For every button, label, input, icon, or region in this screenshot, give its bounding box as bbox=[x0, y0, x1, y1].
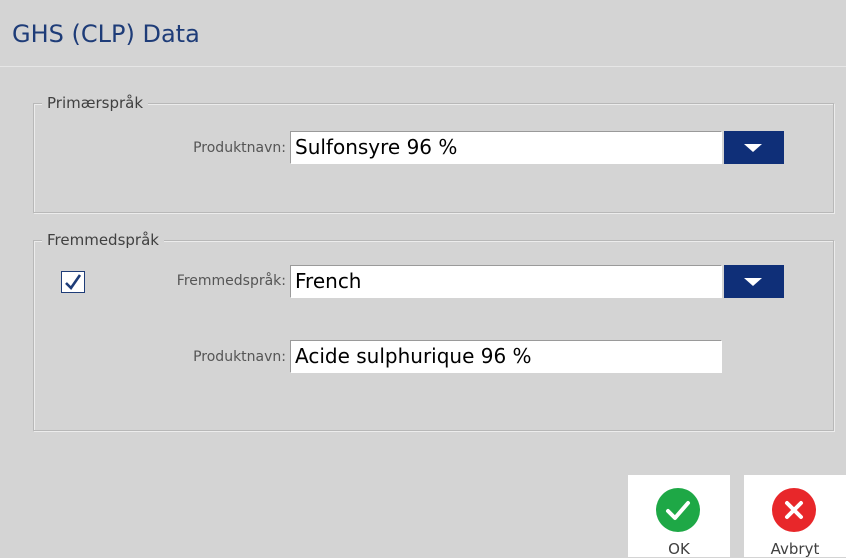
chevron-down-icon bbox=[744, 144, 762, 152]
primary-product-name-field[interactable]: Sulfonsyre 96 % bbox=[290, 131, 722, 164]
check-circle-icon bbox=[656, 488, 700, 532]
primary-product-dropdown-button[interactable] bbox=[724, 131, 784, 164]
foreign-language-checkbox[interactable] bbox=[61, 271, 85, 293]
cancel-button[interactable]: Avbryt bbox=[744, 475, 846, 558]
ok-button-label: OK bbox=[668, 540, 690, 558]
cancel-button-label: Avbryt bbox=[770, 540, 820, 558]
foreign-language-field[interactable]: French bbox=[290, 265, 722, 298]
foreign-language-label: Fremmedspråk: bbox=[176, 273, 286, 289]
primary-product-name-label: Produktnavn: bbox=[193, 140, 286, 156]
x-circle-icon bbox=[772, 488, 816, 532]
dialog-title: GHS (CLP) Data bbox=[12, 20, 200, 48]
foreign-language-dropdown-button[interactable] bbox=[724, 265, 784, 298]
foreign-language-legend: Fremmedspråk bbox=[42, 231, 164, 249]
title-divider bbox=[0, 66, 846, 67]
ok-button[interactable]: OK bbox=[628, 475, 730, 558]
foreign-product-name-field[interactable]: Acide sulphurique 96 % bbox=[290, 340, 722, 373]
primary-language-legend: Primærspråk bbox=[42, 94, 149, 112]
chevron-down-icon bbox=[744, 278, 762, 286]
check-icon bbox=[65, 274, 82, 291]
foreign-product-name-label: Produktnavn: bbox=[193, 349, 286, 365]
